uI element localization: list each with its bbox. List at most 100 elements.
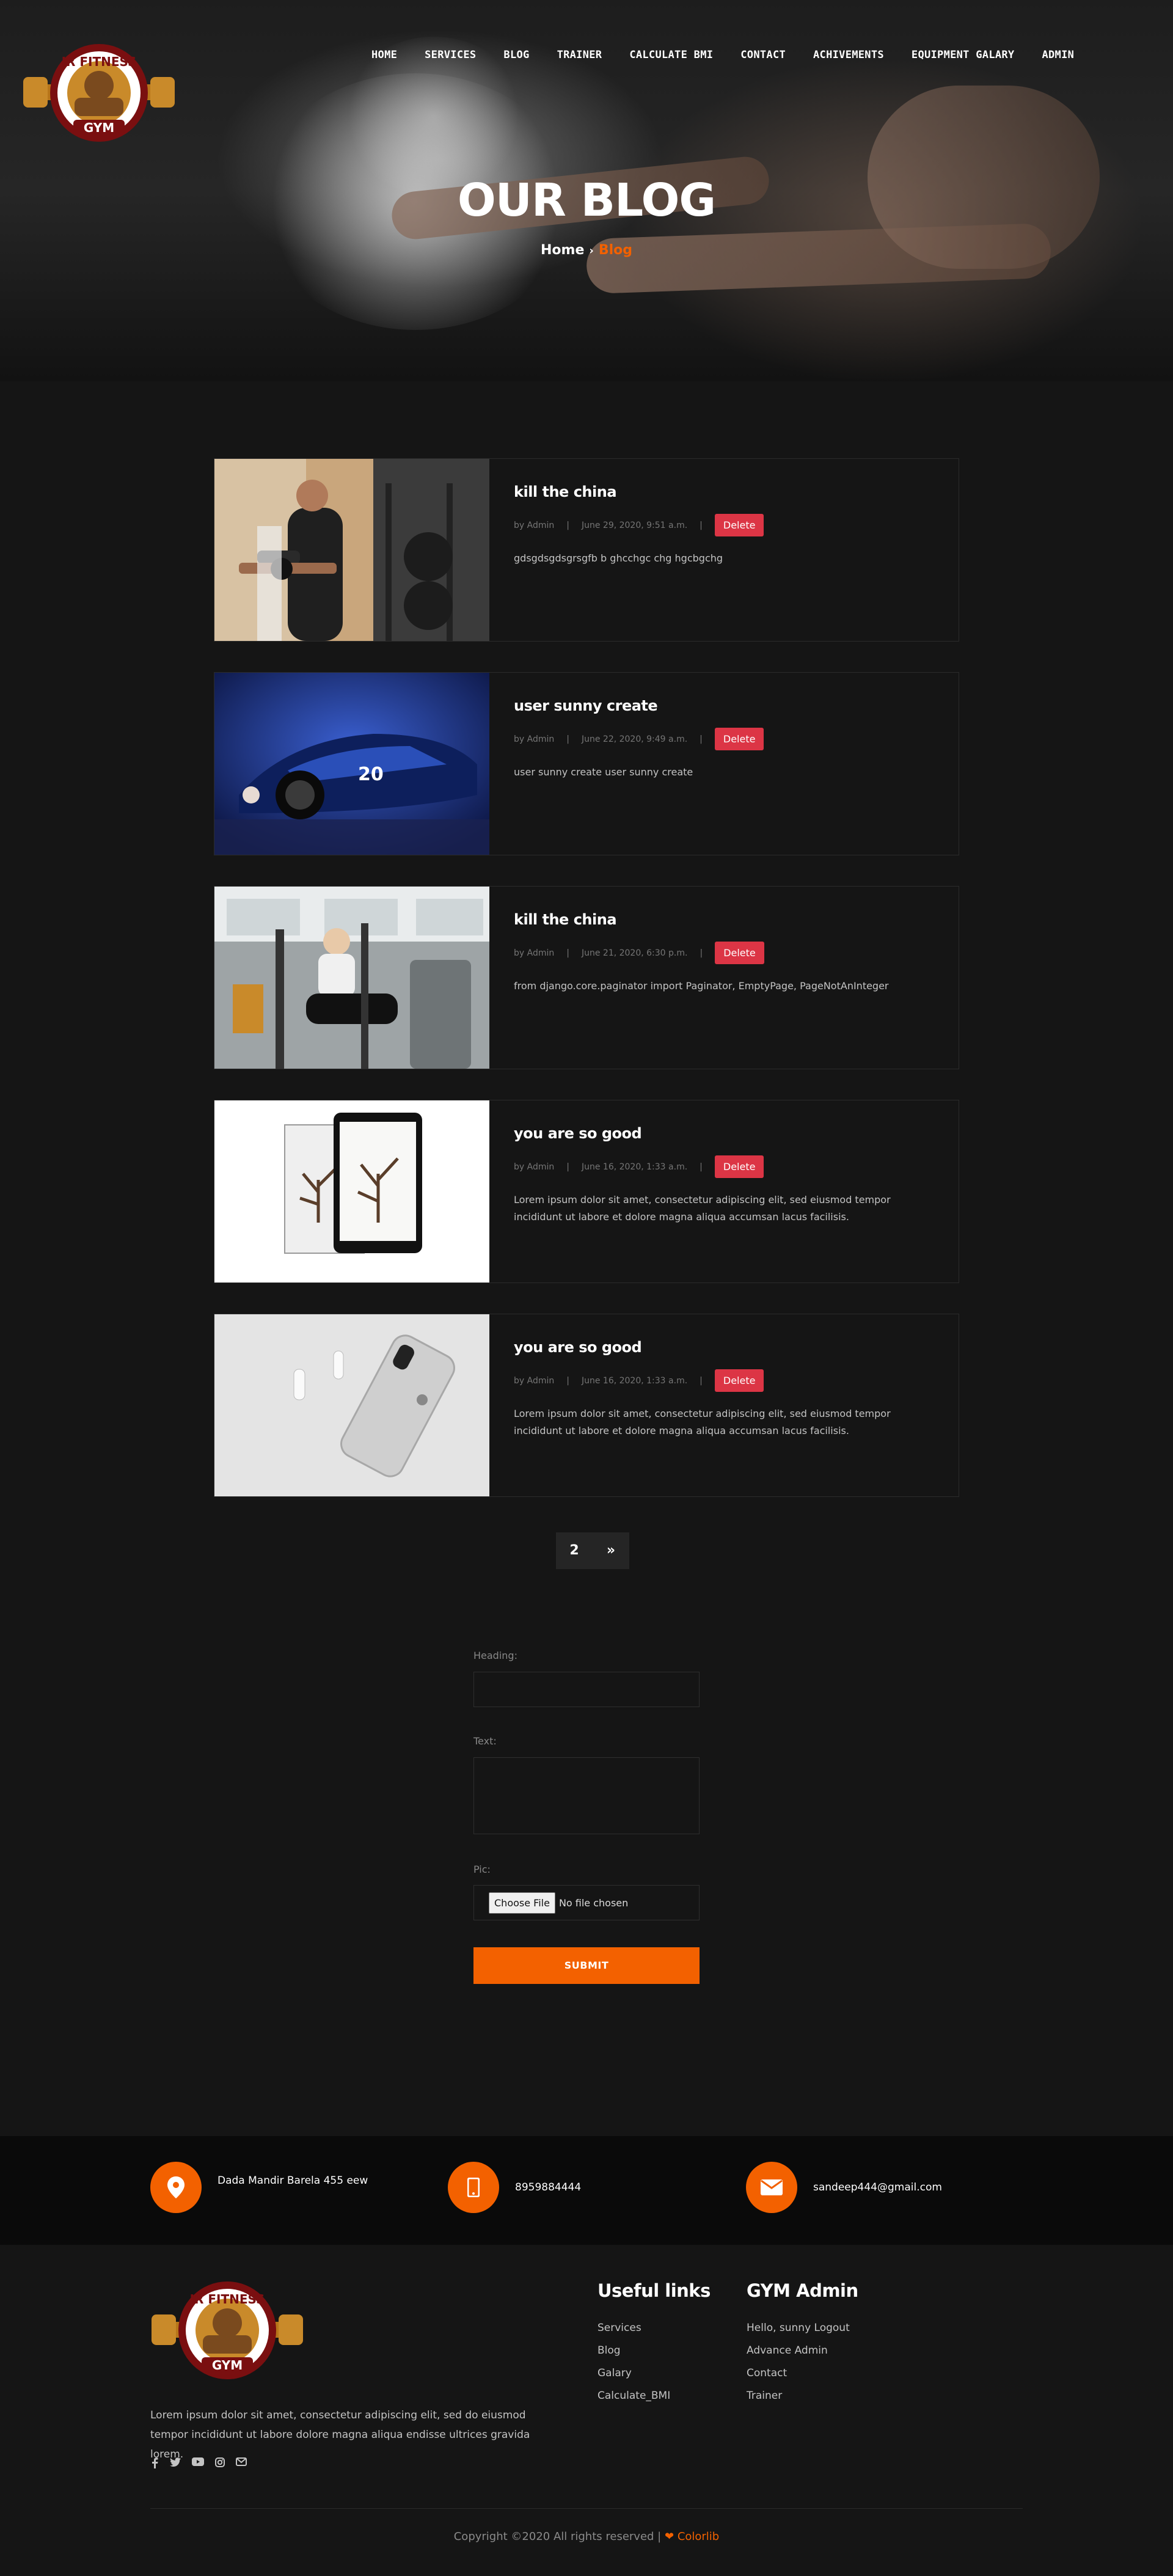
post-image[interactable] xyxy=(214,1100,489,1283)
copyright: Copyright ©2020 All rights reserved | ❤ … xyxy=(0,2530,1173,2543)
mail-icon[interactable] xyxy=(236,2457,247,2466)
envelope-icon xyxy=(746,2162,797,2213)
breadcrumb-home[interactable]: Home xyxy=(541,243,584,258)
pic-label: Pic: xyxy=(473,1864,491,1875)
nav-home[interactable]: HOME xyxy=(371,49,397,61)
delete-button[interactable]: Delete xyxy=(714,1369,764,1392)
footer-divider xyxy=(150,2508,1023,2509)
file-status: No file chosen xyxy=(558,1897,629,1909)
svg-text:JR FITNESS: JR FITNESS xyxy=(60,54,137,69)
map-pin-icon xyxy=(150,2162,202,2213)
main-nav: HOME SERVICES BLOG TRAINER CALCULATE BMI… xyxy=(371,49,1074,61)
blog-post: 20 user sunny create by Admin | June 22, … xyxy=(214,672,959,855)
post-meta: by Admin | June 21, 2020, 6:30 p.m. | Dele… xyxy=(514,942,941,964)
post-author: by Admin xyxy=(514,1375,555,1386)
post-author: by Admin xyxy=(514,948,555,958)
gym-admin-column: GYM Admin Hello, sunny Logout Advance Ad… xyxy=(747,2280,858,2407)
footer-link-galary[interactable]: Galary xyxy=(597,2362,711,2385)
useful-links-column: Useful links Services Blog Galary Calcul… xyxy=(597,2280,711,2407)
gym-logo[interactable]: JR FITNESS GYM xyxy=(23,42,175,144)
submit-button[interactable]: SUBMIT xyxy=(473,1947,700,1984)
delete-button[interactable]: Delete xyxy=(714,1155,764,1178)
post-title[interactable]: kill the china xyxy=(514,911,941,928)
post-title[interactable]: you are so good xyxy=(514,1339,941,1356)
footer-link-advance-admin[interactable]: Advance Admin xyxy=(747,2340,858,2362)
useful-links-heading: Useful links xyxy=(597,2280,711,2301)
post-author: by Admin xyxy=(514,1162,555,1172)
email-item: sandeep444@gmail.com xyxy=(746,2162,942,2213)
facebook-icon[interactable] xyxy=(150,2457,159,2468)
choose-file-button[interactable]: Choose File xyxy=(489,1892,555,1914)
post-meta: by Admin | June 22, 2020, 9:49 a.m. | Dele… xyxy=(514,728,941,750)
phone-item: 8959884444 xyxy=(448,2162,581,2213)
blog-post: you are so good by Admin | June 16, 2020,… xyxy=(214,1100,959,1283)
nav-contact[interactable]: CONTACT xyxy=(740,49,786,61)
post-image[interactable]: 20 xyxy=(214,673,489,855)
post-image[interactable] xyxy=(214,459,489,641)
post-author: by Admin xyxy=(514,734,555,744)
post-date: June 16, 2020, 1:33 a.m. xyxy=(581,1162,688,1172)
page-2-link[interactable]: 2 xyxy=(556,1532,593,1569)
footer-link-contact[interactable]: Contact xyxy=(747,2362,858,2385)
post-title[interactable]: you are so good xyxy=(514,1125,941,1142)
car-number-icon: 20 xyxy=(358,764,384,785)
nav-admin[interactable]: ADMIN xyxy=(1042,49,1074,61)
post-meta: by Admin | June 16, 2020, 1:33 a.m. | Dele… xyxy=(514,1369,941,1392)
svg-text:JR FITNESS: JR FITNESS xyxy=(189,2292,265,2307)
post-title[interactable]: kill the china xyxy=(514,483,941,500)
delete-button[interactable]: Delete xyxy=(714,728,764,750)
blog-post: kill the china by Admin | June 29, 2020, … xyxy=(214,458,959,642)
post-author: by Admin xyxy=(514,520,555,530)
footer-link-services[interactable]: Services xyxy=(597,2317,711,2340)
footer-link-trainer[interactable]: Trainer xyxy=(747,2385,858,2407)
post-meta: by Admin | June 16, 2020, 1:33 a.m. | Dele… xyxy=(514,1155,941,1178)
post-image[interactable] xyxy=(214,887,489,1069)
blog-post: kill the china by Admin | June 21, 2020, … xyxy=(214,886,959,1069)
colorlib-link[interactable]: Colorlib xyxy=(678,2530,719,2543)
social-links xyxy=(150,2457,247,2468)
delete-button[interactable]: Delete xyxy=(715,942,764,964)
svg-text:GYM: GYM xyxy=(212,2358,243,2373)
breadcrumb-current: Blog xyxy=(598,243,632,258)
address-text: Dada Mandir Barela 455 eew xyxy=(217,2175,368,2187)
contact-strip: Dada Mandir Barela 455 eew 8959884444 sa… xyxy=(0,2136,1173,2245)
post-excerpt: user sunny create user sunny create xyxy=(514,766,693,778)
text-input[interactable] xyxy=(473,1757,700,1834)
nav-equipment-galary[interactable]: EQUIPMENT GALARY xyxy=(912,49,1015,61)
post-excerpt: Lorem ipsum dolor sit amet, consectetur … xyxy=(514,1194,891,1223)
nav-services[interactable]: SERVICES xyxy=(425,49,476,61)
twitter-icon[interactable] xyxy=(170,2457,181,2467)
breadcrumb-separator-icon: › xyxy=(589,244,594,257)
heading-input[interactable] xyxy=(473,1672,700,1707)
post-title[interactable]: user sunny create xyxy=(514,697,941,714)
nav-blog[interactable]: BLOG xyxy=(503,49,529,61)
breadcrumb: Home › Blog xyxy=(0,243,1173,258)
mobile-phone-icon xyxy=(448,2162,499,2213)
svg-text:GYM: GYM xyxy=(84,120,114,135)
post-date: June 29, 2020, 9:51 a.m. xyxy=(581,520,688,530)
nav-trainer[interactable]: TRAINER xyxy=(557,49,602,61)
post-image[interactable] xyxy=(214,1314,489,1496)
footer-link-calculate-bmi[interactable]: Calculate_BMI xyxy=(597,2385,711,2407)
post-date: June 16, 2020, 1:33 a.m. xyxy=(581,1375,688,1386)
delete-button[interactable]: Delete xyxy=(714,514,764,536)
page-title: OUR BLOG xyxy=(457,174,716,227)
text-label: Text: xyxy=(473,1735,497,1747)
youtube-icon[interactable] xyxy=(192,2457,204,2466)
heading-label: Heading: xyxy=(473,1650,517,1661)
pic-file-input[interactable]: Choose File No file chosen xyxy=(473,1885,700,1920)
next-page-link[interactable]: » xyxy=(593,1532,629,1569)
nav-calculate-bmi[interactable]: CALCULATE BMI xyxy=(629,49,713,61)
nav-achivements[interactable]: ACHIVEMENTS xyxy=(813,49,884,61)
footer-link-blog[interactable]: Blog xyxy=(597,2340,711,2362)
post-excerpt: Lorem ipsum dolor sit amet, consectetur … xyxy=(514,1408,891,1436)
footer-link-user-logout[interactable]: Hello, sunny Logout xyxy=(747,2317,858,2340)
post-meta: by Admin | June 29, 2020, 9:51 a.m. | Dele… xyxy=(514,514,941,536)
phone-text: 8959884444 xyxy=(515,2181,582,2194)
footer-gym-logo[interactable]: JR FITNESS GYM xyxy=(152,2279,303,2382)
gym-admin-heading: GYM Admin xyxy=(747,2280,858,2301)
heart-icon: ❤ xyxy=(664,2530,674,2543)
footer-description: Lorem ipsum dolor sit amet, consectetur … xyxy=(150,2409,530,2461)
instagram-icon[interactable] xyxy=(215,2457,225,2467)
email-text: sandeep444@gmail.com xyxy=(813,2181,942,2194)
